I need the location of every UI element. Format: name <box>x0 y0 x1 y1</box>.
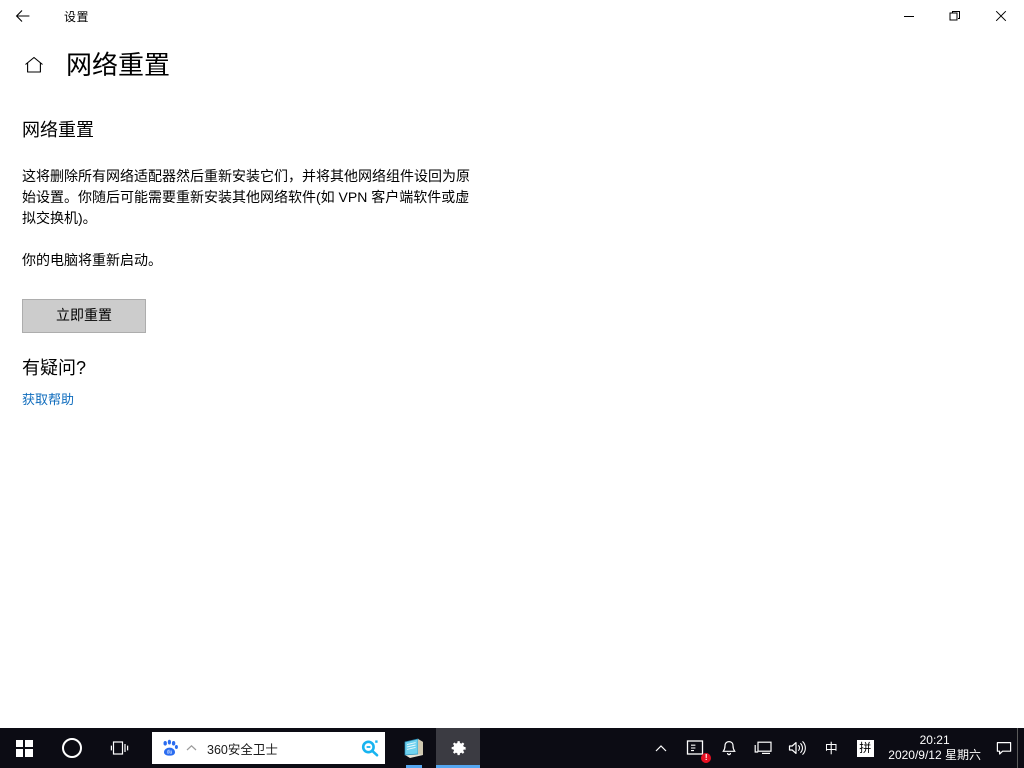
task-view-icon <box>110 739 130 757</box>
system-tray: ! 中 拼 <box>644 728 1024 768</box>
restore-icon <box>949 10 961 22</box>
page-title: 网络重置 <box>66 52 170 78</box>
speaker-icon <box>788 740 806 756</box>
tray-network-button[interactable] <box>746 728 780 768</box>
back-arrow-icon <box>15 8 31 24</box>
clock-time: 20:21 <box>920 733 950 748</box>
minimize-button[interactable] <box>886 0 932 32</box>
cortana-button[interactable] <box>48 728 96 768</box>
tray-volume-button[interactable] <box>780 728 814 768</box>
cortana-circle-icon <box>62 738 82 758</box>
gear-icon <box>447 737 469 759</box>
page-header: 网络重置 <box>0 52 170 78</box>
bell-icon <box>721 740 737 757</box>
notepad-icon <box>402 736 426 760</box>
speech-bubble-icon <box>996 741 1012 756</box>
title-bar: 设置 <box>0 0 1024 32</box>
back-button[interactable] <box>0 0 46 32</box>
tray-notifications-button[interactable] <box>712 728 746 768</box>
close-button[interactable] <box>978 0 1024 32</box>
tray-ime-layout-button[interactable]: 拼 <box>848 728 882 768</box>
clock-date: 2020/9/12 星期六 <box>888 748 981 763</box>
baidu-paw-icon: du <box>160 738 180 758</box>
description-paragraph-2: 你的电脑将重新启动。 <box>22 250 482 271</box>
settings-window: 设置 <box>0 0 1024 768</box>
search-input[interactable]: 360安全卫士 <box>207 739 355 758</box>
minimize-icon <box>903 10 915 22</box>
taskbar-app-settings[interactable] <box>436 728 480 768</box>
window-controls <box>886 0 1024 32</box>
tray-pc-health-button[interactable]: ! <box>678 728 712 768</box>
windows-start-icon <box>16 740 33 757</box>
task-view-button[interactable] <box>96 728 144 768</box>
help-section-title: 有疑问? <box>22 358 492 380</box>
baidu-search-icon[interactable] <box>355 732 385 764</box>
home-icon <box>23 55 45 75</box>
ime-mode-label: 中 <box>825 742 838 755</box>
section-title: 网络重置 <box>22 120 492 142</box>
network-monitor-icon <box>754 740 772 756</box>
main-content: 网络重置 这将删除所有网络适配器然后重新安装它们，并将其他网络组件设回为原始设置… <box>22 120 492 409</box>
get-help-link[interactable]: 获取帮助 <box>22 389 74 408</box>
show-desktop-button[interactable] <box>1017 728 1024 768</box>
maximize-button[interactable] <box>932 0 978 32</box>
taskbar-search-box[interactable]: du 360安全卫士 <box>152 732 385 764</box>
taskbar-app-notepad[interactable] <box>392 728 436 768</box>
tray-ime-mode-button[interactable]: 中 <box>814 728 848 768</box>
chevron-up-icon[interactable] <box>186 744 197 752</box>
warning-badge: ! <box>701 753 711 763</box>
ime-layout-label: 拼 <box>857 740 874 757</box>
taskbar-pinned-apps <box>392 728 480 768</box>
svg-text:du: du <box>167 750 173 756</box>
home-button[interactable] <box>21 52 47 78</box>
start-button[interactable] <box>0 728 48 768</box>
chevron-up-icon <box>655 744 667 753</box>
reset-now-button[interactable]: 立即重置 <box>22 299 146 333</box>
action-center-button[interactable] <box>991 728 1017 768</box>
app-title: 设置 <box>64 8 89 25</box>
tray-overflow-button[interactable] <box>644 728 678 768</box>
close-icon <box>995 10 1007 22</box>
taskbar-clock[interactable]: 20:21 2020/9/12 星期六 <box>882 728 991 768</box>
description-paragraph-1: 这将删除所有网络适配器然后重新安装它们，并将其他网络组件设回为原始设置。你随后可… <box>22 166 482 229</box>
